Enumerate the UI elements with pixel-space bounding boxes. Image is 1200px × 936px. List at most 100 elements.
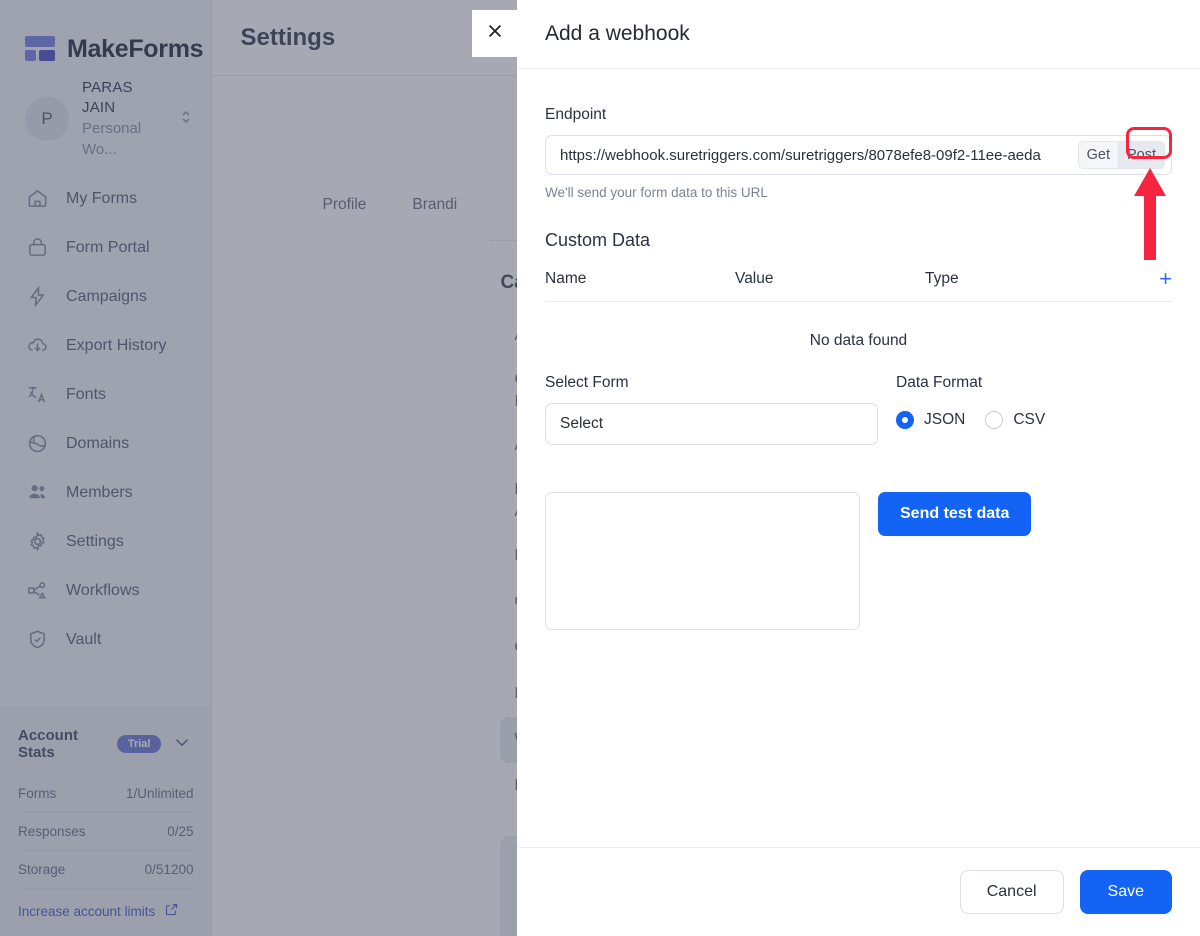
endpoint-hint: We'll send your form data to this URL [545,185,768,200]
modal-header: Add a webhook [517,0,1200,69]
stat-label: Storage [18,862,66,877]
portal-icon [26,236,49,259]
status-badge: Trial [116,735,162,753]
sidebar-item-label: My Forms [66,189,138,207]
stat-value: 0/51200 [144,862,194,877]
form-format-row: Select Form Select Data Format JSON CSV [545,374,1172,445]
add-webhook-modal: Add a webhook Endpoint Get Post We'll se… [517,0,1200,936]
data-format-label: Data Format [896,374,983,391]
bolt-icon [26,285,49,308]
sidebar-item-label: Campaigns [66,287,147,305]
brand-name: MakeForms [67,34,204,63]
data-format-radio-group: JSON CSV [896,411,1172,429]
sidebar-item-domains[interactable]: Domains [0,419,211,468]
select-form-label: Select Form [545,374,629,391]
table-row: Storage 0/51200 [18,851,194,889]
chevron-updown-icon [179,107,193,132]
select-form-value: Select [560,415,604,432]
modal-body: Endpoint Get Post We'll send your form d… [517,69,1200,847]
tab-branding[interactable]: Brandi [412,196,457,214]
radio-dot-icon [985,411,1004,429]
column-header-name: Name [545,270,587,287]
gear-icon [26,530,49,553]
column-header-value: Value [735,270,774,287]
sidebar-item-label: Workflows [66,581,140,599]
sidebar-item-form-portal[interactable]: Form Portal [0,223,211,272]
modal-title: Add a webhook [545,22,690,45]
radio-csv-label: CSV [1013,411,1046,428]
sidebar-item-label: Vault [66,630,102,648]
radio-json[interactable]: JSON [896,411,965,429]
stat-label: Forms [18,786,57,801]
radio-json-label: JSON [924,411,966,428]
cloud-download-icon [26,334,49,357]
globe-icon [26,432,49,455]
sidebar-item-settings[interactable]: Settings [0,517,211,566]
close-modal-button[interactable] [472,10,518,57]
screenshot-root: MakeForms P PARAS JAIN Personal Wo... My… [0,0,1200,936]
table-row: Responses 0/25 [18,813,194,851]
workspace-name: Personal Wo... [82,120,142,158]
sidebar: MakeForms P PARAS JAIN Personal Wo... My… [0,0,213,936]
people-icon [26,481,49,504]
translate-icon [26,383,49,406]
workspace-user-name: PARAS JAIN [82,79,133,116]
sidebar-item-fonts[interactable]: Fonts [0,370,211,419]
table-row: Forms 1/Unlimited [18,775,194,813]
modal-footer: Cancel Save [517,847,1200,936]
sidebar-item-label: Members [66,483,133,501]
sidebar-item-members[interactable]: Members [0,468,211,517]
radio-dot-icon [896,411,914,429]
workspace-switcher[interactable]: P PARAS JAIN Personal Wo... [0,74,211,158]
sidebar-item-label: Fonts [66,385,107,403]
sidebar-item-my-forms[interactable]: My Forms [0,174,211,223]
shield-check-icon [26,628,49,651]
increase-limits-label: Increase account limits [18,903,156,919]
workflow-icon [26,579,49,602]
stat-value: 1/Unlimited [125,786,194,801]
method-get-button[interactable]: Get [1077,141,1118,169]
column-header-type: Type [925,270,959,287]
home-icon [26,187,49,210]
account-stats-title: Account Stats [18,727,78,761]
account-stats-panel: Account Stats Trial Forms 1/Unlimited Re… [0,708,212,936]
test-row: Send test data [545,492,1172,630]
sidebar-item-label: Export History [66,336,167,354]
cancel-button[interactable]: Cancel [959,870,1064,914]
http-method-group: Get Post [1077,141,1171,169]
endpoint-label: Endpoint [545,106,607,123]
external-link-icon [164,902,179,920]
sidebar-item-workflows[interactable]: Workflows [0,566,211,615]
custom-data-title: Custom Data [545,230,651,250]
makeforms-logo-icon [25,36,55,62]
save-button[interactable]: Save [1079,870,1172,914]
close-icon [485,21,505,46]
sidebar-item-label: Domains [66,434,130,452]
settings-tabs: Profile Brandi [212,196,457,214]
custom-data-table: Name Value Type + No data found [545,268,1172,350]
radio-csv[interactable]: CSV [985,411,1045,429]
test-payload-textarea[interactable] [545,492,860,630]
sidebar-item-export-history[interactable]: Export History [0,321,211,370]
table-header-row: Name Value Type + [545,268,1172,302]
increase-account-limits-link[interactable]: Increase account limits [18,889,193,920]
sidebar-nav: My Forms Form Portal Campaigns Export Hi… [0,174,211,664]
chevron-down-icon[interactable] [171,731,193,758]
avatar: P [25,97,69,141]
empty-state-text: No data found [809,332,908,349]
method-post-button[interactable]: Post [1117,141,1165,169]
sidebar-item-label: Form Portal [66,238,150,256]
select-form-dropdown[interactable]: Select [545,403,878,445]
stat-value: 0/25 [167,824,194,839]
page-title: Settings [240,23,336,51]
endpoint-input[interactable] [546,136,1078,174]
sidebar-item-campaigns[interactable]: Campaigns [0,272,211,321]
sidebar-item-label: Settings [66,532,124,550]
brand: MakeForms [0,0,211,74]
tab-profile[interactable]: Profile [322,196,366,214]
sidebar-item-vault[interactable]: Vault [0,615,211,664]
plus-icon[interactable]: + [1142,268,1172,290]
stat-label: Responses [18,824,86,839]
endpoint-field: Get Post [545,135,1172,175]
send-test-data-button[interactable]: Send test data [878,492,1032,536]
